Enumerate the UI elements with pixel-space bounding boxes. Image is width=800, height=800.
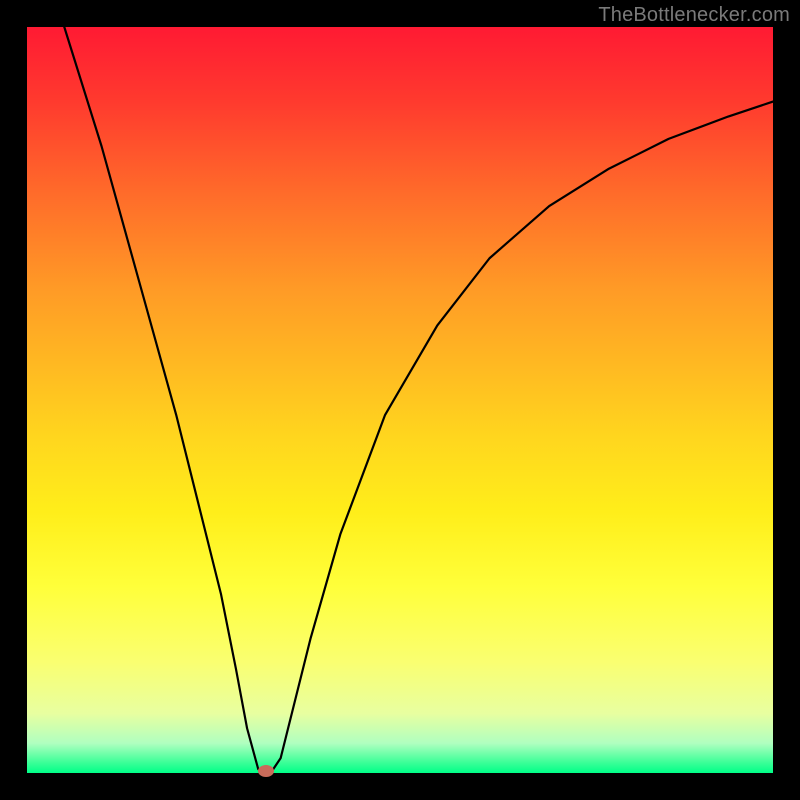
curve-svg xyxy=(27,27,773,773)
plot-area xyxy=(27,27,773,773)
chart-frame: TheBottlenecker.com xyxy=(0,0,800,800)
optimal-point-marker xyxy=(258,765,274,777)
watermark-text: TheBottlenecker.com xyxy=(598,4,790,27)
bottleneck-curve xyxy=(64,27,773,771)
